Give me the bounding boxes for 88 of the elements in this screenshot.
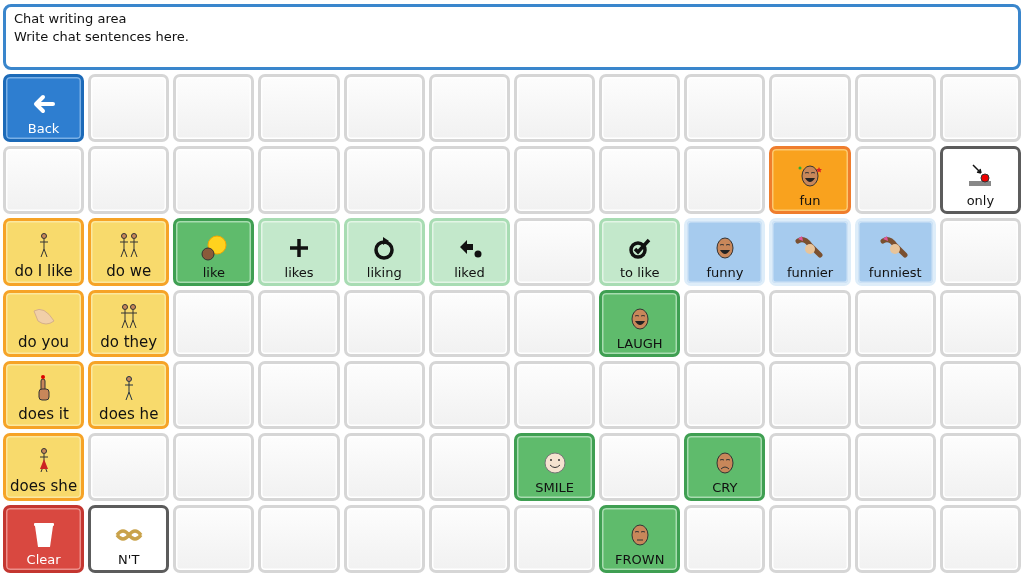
empty-key[interactable] [939, 505, 1021, 573]
empty-key[interactable] [514, 145, 596, 214]
empty-key[interactable] [769, 289, 851, 358]
empty-key[interactable] [428, 505, 510, 573]
word-key[interactable]: does she [3, 433, 85, 502]
empty-key[interactable] [684, 74, 766, 142]
empty-key[interactable] [854, 361, 936, 430]
empty-key[interactable] [173, 433, 255, 502]
sun-face-icon [198, 232, 229, 263]
empty-key[interactable] [854, 74, 936, 142]
word-key[interactable]: funnier [769, 217, 851, 286]
chat-input-field[interactable]: Write chat sentences here. [14, 29, 1010, 44]
word-key[interactable]: only [939, 145, 1021, 214]
word-key[interactable]: liked [428, 217, 510, 286]
word-key[interactable]: SMILE [514, 433, 596, 502]
word-key[interactable]: do you [3, 289, 85, 358]
chat-writing-area[interactable]: Chat writing area Write chat sentences here. [3, 4, 1021, 70]
empty-key[interactable] [343, 433, 425, 502]
word-key[interactable]: do I like [3, 217, 85, 286]
empty-key[interactable] [514, 289, 596, 358]
empty-key[interactable] [769, 361, 851, 430]
empty-key[interactable] [684, 145, 766, 214]
empty-key[interactable] [854, 505, 936, 573]
word-key[interactable]: to like [599, 217, 681, 286]
empty-key[interactable] [258, 505, 340, 573]
empty-key[interactable] [88, 433, 170, 502]
empty-key[interactable] [854, 145, 936, 214]
empty-key[interactable] [428, 361, 510, 430]
empty-key[interactable] [599, 433, 681, 502]
word-key[interactable]: funny [684, 217, 766, 286]
empty-key[interactable] [258, 74, 340, 142]
empty-key[interactable] [173, 289, 255, 358]
empty-key[interactable] [173, 74, 255, 142]
empty-key[interactable] [684, 289, 766, 358]
empty-key[interactable] [428, 289, 510, 358]
word-key[interactable]: like [173, 217, 255, 286]
word-key[interactable]: do we [88, 217, 170, 286]
empty-key[interactable] [88, 145, 170, 214]
word-key[interactable]: does he [88, 361, 170, 430]
empty-key[interactable] [258, 433, 340, 502]
empty-key[interactable] [514, 505, 596, 573]
empty-key[interactable] [173, 145, 255, 214]
empty-key[interactable] [939, 433, 1021, 502]
word-key[interactable]: liking [343, 217, 425, 286]
word-key[interactable]: fun [769, 145, 851, 214]
empty-key[interactable] [599, 145, 681, 214]
empty-key[interactable] [258, 361, 340, 430]
empty-key[interactable] [769, 74, 851, 142]
empty-key[interactable] [343, 289, 425, 358]
empty-key[interactable] [428, 145, 510, 214]
empty-key[interactable] [769, 505, 851, 573]
empty-key[interactable] [684, 361, 766, 430]
empty-key[interactable] [343, 361, 425, 430]
empty-key[interactable] [258, 145, 340, 214]
empty-key[interactable] [514, 217, 596, 286]
empty-key[interactable] [599, 361, 681, 430]
empty-key[interactable] [514, 74, 596, 142]
empty-key[interactable] [599, 74, 681, 142]
empty-key[interactable] [428, 74, 510, 142]
word-key[interactable]: does it [3, 361, 85, 430]
word-key[interactable]: do they [88, 289, 170, 358]
word-key[interactable]: likes [258, 217, 340, 286]
empty-key[interactable] [258, 289, 340, 358]
empty-key[interactable] [88, 74, 170, 142]
empty-key[interactable] [684, 505, 766, 573]
empty-key[interactable] [428, 433, 510, 502]
empty-key[interactable] [173, 505, 255, 573]
empty-key[interactable] [939, 361, 1021, 430]
empty-key[interactable] [769, 433, 851, 502]
empty-key[interactable] [3, 145, 85, 214]
word-key[interactable]: funniest [854, 217, 936, 286]
empty-key[interactable] [939, 289, 1021, 358]
empty-key[interactable] [939, 74, 1021, 142]
word-key[interactable]: N'T [88, 505, 170, 573]
word-key[interactable]: Back [3, 74, 85, 142]
empty-key[interactable] [854, 289, 936, 358]
empty-key[interactable] [514, 361, 596, 430]
empty-key[interactable] [939, 217, 1021, 286]
chat-area-title: Chat writing area [14, 11, 128, 26]
word-key[interactable]: CRY [684, 433, 766, 502]
empty-key[interactable] [343, 505, 425, 573]
empty-key[interactable] [343, 145, 425, 214]
empty-key[interactable] [343, 74, 425, 142]
word-key[interactable]: Clear [3, 505, 85, 573]
word-key[interactable]: FROWN [599, 505, 681, 573]
empty-key[interactable] [173, 361, 255, 430]
empty-key[interactable] [854, 433, 936, 502]
word-key[interactable]: LAUGH [599, 289, 681, 358]
